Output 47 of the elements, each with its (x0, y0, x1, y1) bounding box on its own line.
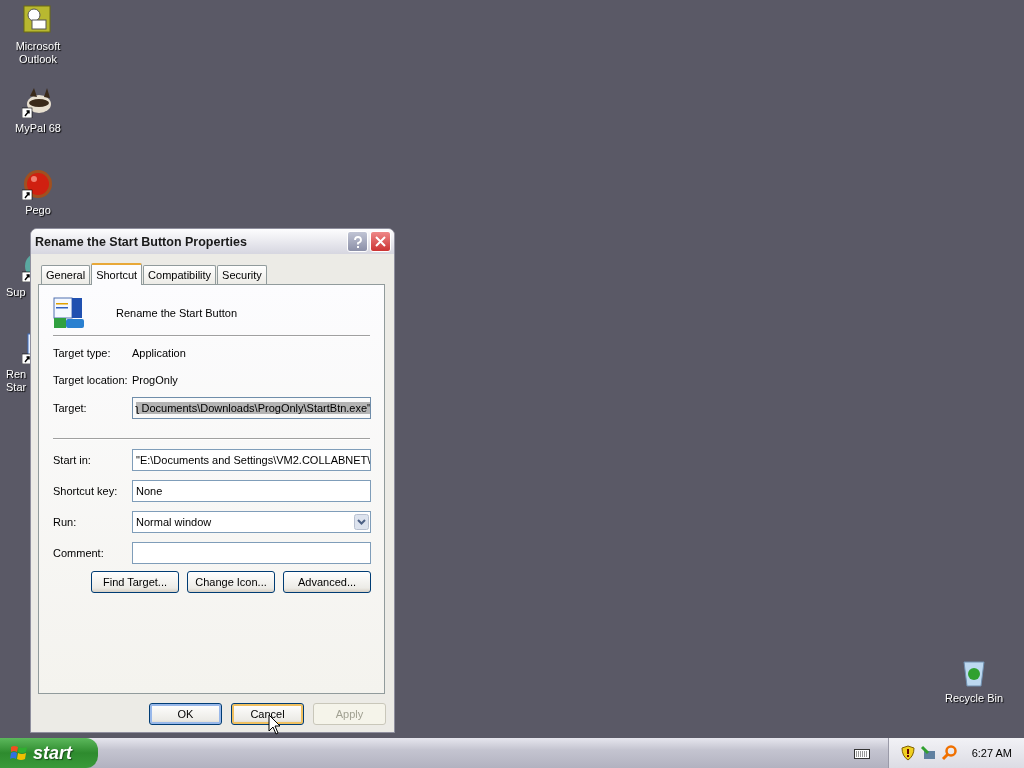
start-button[interactable]: start (0, 738, 98, 768)
field-value: Application (132, 347, 186, 359)
windows-flag-icon (10, 744, 28, 762)
text-field[interactable]: "E:\Documents and Settings\VM2.COLLABNET\ (132, 449, 371, 471)
help-button[interactable] (347, 231, 368, 252)
desktop-icon-label[interactable]: Ren Star (6, 368, 27, 394)
field-value: ProgOnly (132, 374, 178, 386)
tab[interactable]: Compatibility (143, 265, 217, 284)
close-button[interactable] (370, 231, 391, 252)
field-label: Start in: (53, 454, 92, 466)
mail-clock-icon[interactable] (22, 4, 54, 36)
shortcut-arrow-icon (22, 107, 33, 118)
raccoon-icon[interactable] (22, 86, 54, 118)
shortcut-name: Rename the Start Button (116, 307, 238, 319)
action-button[interactable]: Advanced... (283, 571, 371, 593)
tab[interactable]: Security (217, 265, 267, 284)
dialog-button[interactable]: Cancel (231, 703, 304, 725)
desktop-icon-label[interactable]: MyPal 68 (15, 122, 61, 135)
close-icon (375, 236, 386, 247)
action-button[interactable]: Find Target... (91, 571, 179, 593)
question-mark-icon (352, 235, 363, 248)
field-label: Target type: (53, 347, 112, 359)
desktop-icon-label[interactable]: Pego (25, 204, 51, 217)
text-field[interactable]: None (132, 480, 371, 502)
app-window-icon (53, 297, 85, 329)
shield-icon[interactable] (900, 745, 915, 761)
desktop-icon-label[interactable]: Sup (6, 286, 26, 299)
window-title: Rename the Start Button Properties (35, 234, 248, 249)
desktop-icon-label[interactable]: Microsoft Outlook (15, 40, 61, 66)
field-label: Target: (53, 402, 88, 414)
shortcut-arrow-icon (22, 189, 33, 200)
field-label: Run: (53, 516, 78, 528)
action-button[interactable]: Change Icon... (187, 571, 275, 593)
ball-icon[interactable] (22, 168, 54, 200)
magnifier-icon[interactable] (940, 745, 957, 761)
dialog-button[interactable]: OK (149, 703, 222, 725)
field-label: Shortcut key: (53, 485, 119, 497)
text-field[interactable]: ʅ Documents\Downloads\ProgOnly\StartBtn.exe" (132, 397, 371, 419)
text-field[interactable] (132, 542, 371, 564)
field-label: Comment: (53, 547, 105, 559)
desktop-icon-label[interactable]: Recycle Bin (944, 692, 1004, 705)
clock[interactable]: 6:27 AM (971, 747, 1012, 759)
keyboard-icon[interactable] (853, 747, 870, 759)
tab[interactable]: Shortcut (91, 263, 143, 285)
dropdown-field[interactable]: Normal window (132, 511, 371, 533)
field-label: Target location: (53, 374, 129, 386)
tab[interactable]: General (41, 265, 91, 284)
